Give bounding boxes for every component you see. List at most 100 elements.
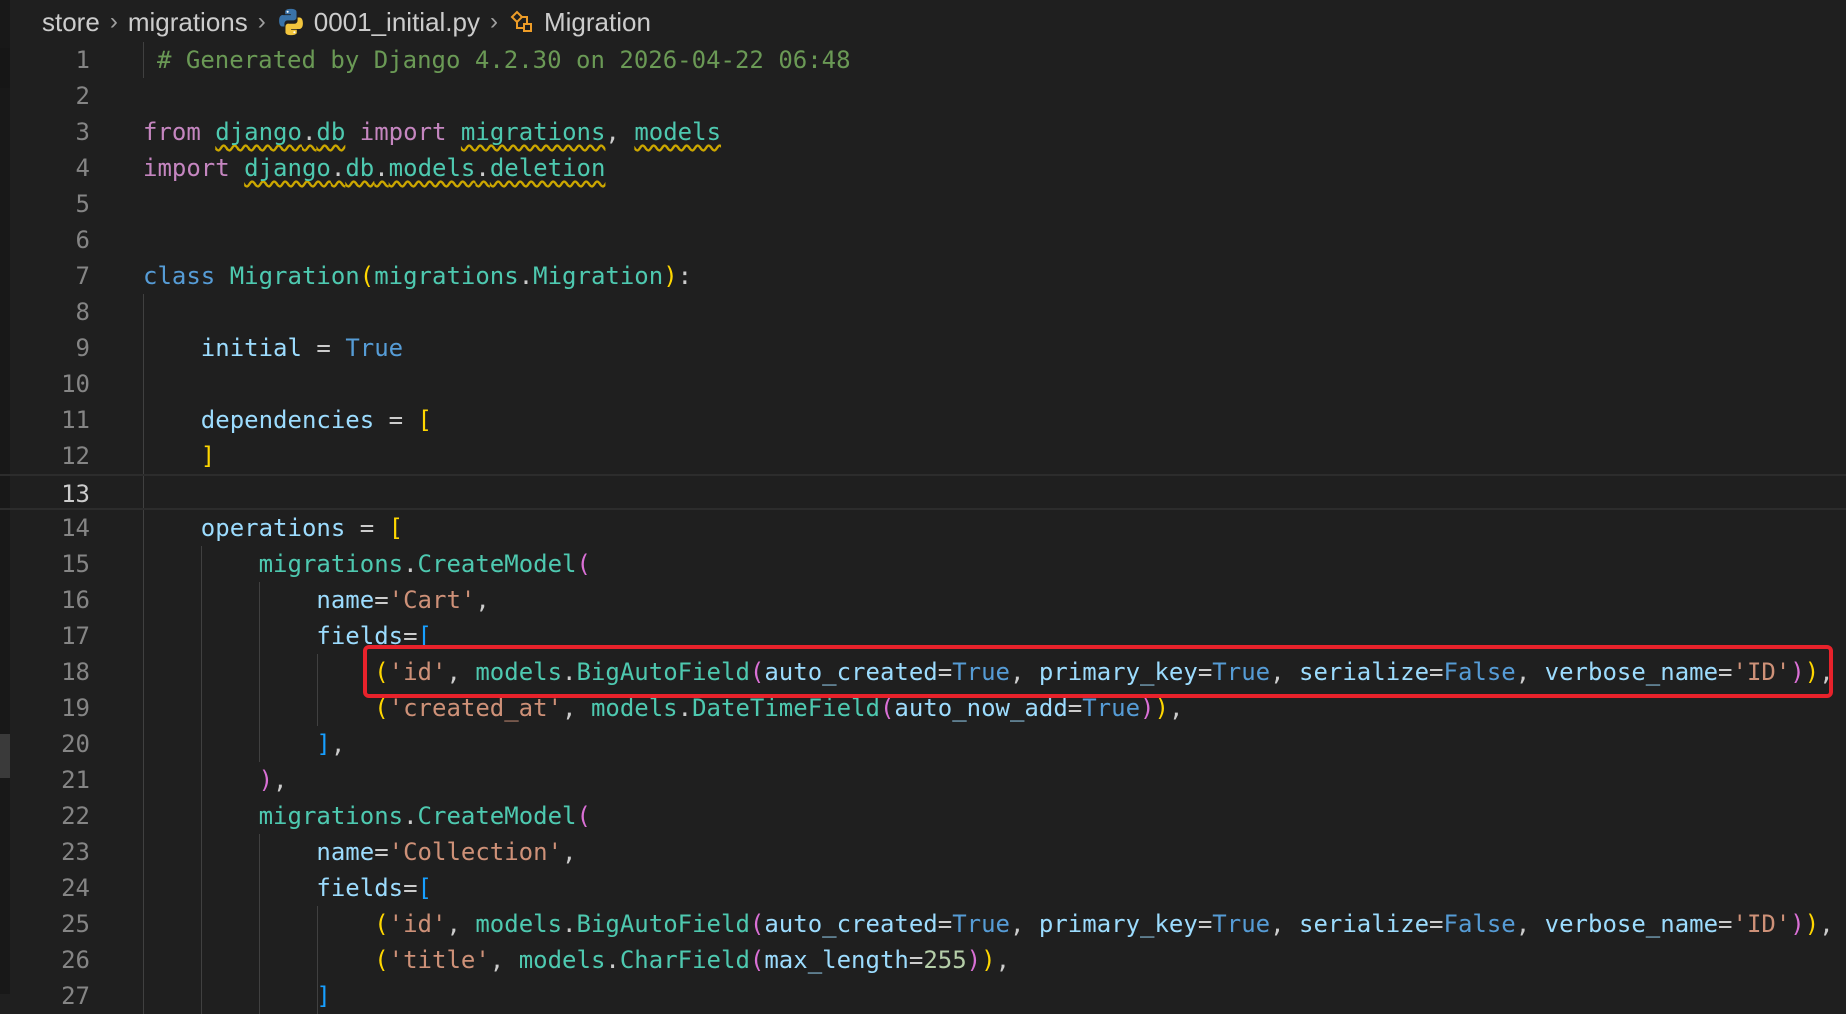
- code-string: 'Cart': [388, 586, 476, 614]
- breadcrumb: store › migrations › 0001_initial.py › M…: [42, 0, 651, 44]
- code-line: 5: [0, 186, 1846, 222]
- code-param: verbose_name: [1544, 910, 1719, 938]
- line-content: class Migration(migrations.Migration):: [143, 262, 693, 290]
- breadcrumb-item-store[interactable]: store: [42, 7, 100, 38]
- code-editor[interactable]: 1 # Generated by Django 4.2.30 on 2026-0…: [0, 42, 1846, 1014]
- line-number: 18: [61, 658, 90, 686]
- line-number: 22: [61, 802, 90, 830]
- breadcrumb-item-migrations[interactable]: migrations: [128, 7, 248, 38]
- class-symbol-icon: [510, 10, 532, 32]
- line-number: 6: [75, 226, 90, 254]
- line-number: 3: [75, 118, 90, 146]
- code-class-name: BigAutoField: [576, 910, 750, 938]
- code-param: primary_key: [1038, 910, 1198, 938]
- code-module: migrations: [460, 118, 606, 146]
- code-module: models: [590, 694, 678, 722]
- line-content: ]: [200, 442, 216, 470]
- line-number: 27: [61, 982, 90, 1010]
- code-line: 24 fields=[: [0, 870, 1846, 906]
- code-line: 9 initial = True: [0, 330, 1846, 366]
- code-module: models: [388, 154, 476, 182]
- line-content: ('title', models.CharField(max_length=25…: [374, 946, 1011, 974]
- line-content: migrations.CreateModel(: [258, 802, 591, 830]
- code-constant: True: [1212, 910, 1271, 938]
- line-content: from django.db import migrations, models: [143, 118, 722, 146]
- line-number: 20: [61, 730, 90, 758]
- line-number: 9: [75, 334, 90, 362]
- line-number: 7: [75, 262, 90, 290]
- code-string: 'created_at': [388, 694, 563, 722]
- highlight-annotation-box: [363, 645, 1833, 698]
- code-param: max_length: [764, 946, 909, 974]
- code-line: 20 ],: [0, 726, 1846, 762]
- code-param: fields: [316, 874, 404, 902]
- code-line: 16 name='Cart',: [0, 582, 1846, 618]
- line-content: ],: [316, 730, 346, 758]
- line-content: migrations.CreateModel(: [258, 550, 591, 578]
- code-number: 255: [923, 946, 967, 974]
- code-keyword: import: [143, 154, 230, 182]
- code-keyword: import: [359, 118, 447, 146]
- line-content: name='Cart',: [316, 586, 490, 614]
- code-line: 22 migrations.CreateModel(: [0, 798, 1846, 834]
- code-line: 23 name='Collection',: [0, 834, 1846, 870]
- chevron-right-icon: ›: [489, 8, 498, 35]
- code-variable: operations: [200, 514, 346, 542]
- code-constant: True: [345, 334, 404, 362]
- code-line: 11 dependencies = [: [0, 402, 1846, 438]
- line-content: fields=[: [316, 874, 432, 902]
- code-param: name: [316, 838, 375, 866]
- chevron-right-icon: ›: [257, 8, 266, 35]
- code-constant: False: [1443, 910, 1516, 938]
- code-line: 21 ),: [0, 762, 1846, 798]
- code-keyword: class: [143, 262, 216, 290]
- code-line: 8: [0, 294, 1846, 330]
- line-content: # Generated by Django 4.2.30 on 2026-04-…: [157, 42, 851, 78]
- code-line: 4 import django.db.models.deletion: [0, 150, 1846, 186]
- code-module: deletion: [489, 154, 606, 182]
- code-module: migrations: [258, 802, 404, 830]
- code-line: 15 migrations.CreateModel(: [0, 546, 1846, 582]
- chevron-right-icon: ›: [109, 8, 118, 35]
- line-number-active: 13: [61, 480, 90, 508]
- code-module: models: [634, 118, 722, 146]
- code-constant: True: [952, 910, 1010, 938]
- code-constant: True: [1082, 694, 1141, 722]
- line-number: 11: [61, 406, 90, 434]
- code-line: 12 ]: [0, 438, 1846, 474]
- code-variable: initial: [200, 334, 302, 362]
- line-number: 19: [61, 694, 90, 722]
- code-string: 'ID': [1732, 910, 1791, 938]
- code-param: name: [316, 586, 375, 614]
- code-param: auto_now_add: [894, 694, 1068, 722]
- python-file-icon: [278, 8, 303, 36]
- code-module: models: [475, 910, 563, 938]
- line-number: 8: [75, 298, 90, 326]
- line-content: initial = True: [200, 334, 404, 362]
- breadcrumb-item-symbol[interactable]: Migration: [544, 7, 651, 38]
- line-number: 5: [75, 190, 90, 218]
- code-line: 25 ('id', models.BigAutoField(auto_creat…: [0, 906, 1846, 942]
- code-line: 27 ]: [0, 978, 1846, 1014]
- line-number: 1: [75, 46, 90, 74]
- code-module: models: [518, 946, 606, 974]
- code-line: 7 class Migration(migrations.Migration):: [0, 258, 1846, 294]
- line-content: ('id', models.BigAutoField(auto_created=…: [374, 910, 1834, 938]
- code-class-name: CreateModel: [417, 802, 577, 830]
- code-line: 3 from django.db import migrations, mode…: [0, 114, 1846, 150]
- line-number: 24: [61, 874, 90, 902]
- line-content: ]: [316, 982, 331, 1010]
- line-number: 16: [61, 586, 90, 614]
- line-content: operations = [: [200, 514, 404, 542]
- code-class-name: Migration: [533, 262, 664, 290]
- code-param: serialize: [1299, 910, 1430, 938]
- line-number: 25: [61, 910, 90, 938]
- code-line: 26 ('title', models.CharField(max_length…: [0, 942, 1846, 978]
- breadcrumb-item-file[interactable]: 0001_initial.py: [314, 7, 480, 38]
- code-line: 10: [0, 366, 1846, 402]
- code-class-name: CharField: [619, 946, 750, 974]
- code-line: 2: [0, 78, 1846, 114]
- code-string: 'title': [388, 946, 490, 974]
- code-variable: dependencies: [200, 406, 375, 434]
- code-module: migrations: [374, 262, 519, 290]
